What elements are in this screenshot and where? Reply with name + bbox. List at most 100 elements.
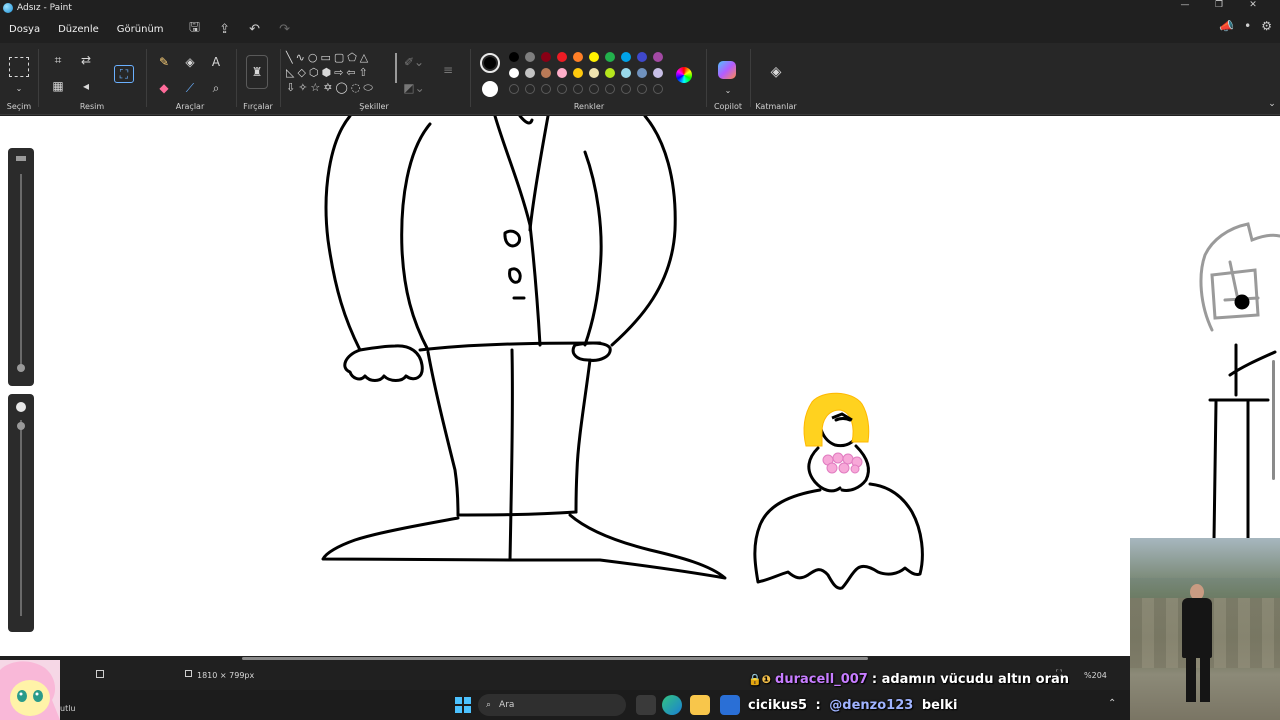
crop-icon[interactable]: ⌗: [48, 51, 68, 69]
color-swatch[interactable]: [525, 52, 535, 62]
color-swatch[interactable]: [557, 68, 567, 78]
select-rect-icon[interactable]: [9, 57, 29, 77]
start-icon[interactable]: [455, 697, 471, 713]
close-button[interactable]: ✕: [1236, 0, 1270, 10]
custom-color-slot[interactable]: [653, 84, 663, 94]
custom-color-slot[interactable]: [589, 84, 599, 94]
zoom-level[interactable]: %204: [1084, 671, 1107, 680]
outline-icon[interactable]: ✐⌄: [404, 53, 424, 71]
opacity-slider[interactable]: [8, 394, 34, 632]
line-size-icon[interactable]: ≡: [438, 61, 458, 79]
custom-color-slot[interactable]: [621, 84, 631, 94]
selection-label: Seçim: [6, 102, 32, 111]
custom-color-slot[interactable]: [637, 84, 647, 94]
menu-bar: Dosya Düzenle Görünüm 🖫 ⇪ ↶ ↷ 📣 • ⚙: [0, 15, 1280, 43]
image-generator-icon[interactable]: ⛶: [114, 65, 134, 83]
pencil-icon[interactable]: ✎: [154, 53, 174, 71]
custom-color-slot[interactable]: [573, 84, 583, 94]
flip-icon[interactable]: ◂: [76, 77, 96, 95]
search-icon: ⌕: [486, 700, 492, 710]
tray-chevron-icon[interactable]: ⌃: [1108, 698, 1116, 709]
color-swatch[interactable]: [653, 52, 663, 62]
shape-fill-icon[interactable]: ◩⌄: [403, 79, 424, 97]
menu-edit[interactable]: Düzenle: [49, 24, 108, 35]
task-view-icon[interactable]: [636, 695, 656, 715]
edge-icon[interactable]: [662, 695, 682, 715]
save-icon[interactable]: 🖫: [183, 18, 207, 40]
color-swatch[interactable]: [637, 68, 647, 78]
color-swatch[interactable]: [621, 52, 631, 62]
redo-icon[interactable]: ↷: [273, 18, 297, 40]
color-swatch[interactable]: [557, 52, 567, 62]
magnifier-icon[interactable]: ⌕: [206, 79, 226, 97]
color-swatch[interactable]: [589, 52, 599, 62]
custom-color-slot[interactable]: [541, 84, 551, 94]
color-swatch[interactable]: [525, 68, 535, 78]
color-swatch[interactable]: [621, 68, 631, 78]
undo-icon[interactable]: ↶: [243, 18, 267, 40]
store-icon[interactable]: [720, 695, 740, 715]
chat-mention: @denzo123: [829, 698, 914, 713]
color-swatch[interactable]: [637, 52, 647, 62]
color-swatch[interactable]: [589, 68, 599, 78]
custom-color-slot[interactable]: [557, 84, 567, 94]
colors-group: Renkler: [472, 47, 706, 113]
fill-icon[interactable]: ◈: [180, 53, 200, 71]
brushes-label: Fırçalar: [243, 102, 273, 111]
menu-file[interactable]: Dosya: [0, 24, 49, 35]
collapse-ribbon-icon[interactable]: ⌄: [1262, 95, 1280, 113]
vertical-scrollbar[interactable]: [1272, 120, 1276, 480]
share-icon[interactable]: ⇪: [213, 18, 237, 40]
chat-username: cicikus5: [748, 698, 808, 713]
edit-colors-icon[interactable]: [676, 67, 692, 83]
account-icon[interactable]: •: [1244, 19, 1251, 33]
selection-size-icon: [96, 670, 104, 678]
canvas-size: 1810 × 799px: [197, 671, 255, 680]
color-swatch[interactable]: [573, 52, 583, 62]
color-swatch[interactable]: [653, 68, 663, 78]
menu-view[interactable]: Görünüm: [108, 24, 173, 35]
restore-button[interactable]: ❐: [1202, 0, 1236, 10]
color-swatch[interactable]: [509, 52, 519, 62]
paint-app-icon: [3, 2, 13, 13]
color-swatch[interactable]: [605, 52, 615, 62]
image-label: Resim: [79, 102, 105, 111]
rotate-icon[interactable]: ▦: [48, 77, 68, 95]
drawing-canvas[interactable]: [0, 116, 1280, 656]
taskbar-search[interactable]: ⌕ Ara: [478, 694, 626, 716]
color-swatch[interactable]: [509, 68, 519, 78]
custom-color-slot[interactable]: [525, 84, 535, 94]
title-bar: Adsız - Paint — ❐ ✕: [0, 0, 1280, 15]
resize-icon[interactable]: ⇄: [76, 51, 96, 69]
window-title: Adsız - Paint: [17, 2, 72, 13]
color-swatch[interactable]: [605, 68, 615, 78]
settings-icon[interactable]: ⚙: [1261, 19, 1272, 33]
eraser-icon[interactable]: ◆: [154, 79, 174, 97]
custom-color-slot[interactable]: [605, 84, 615, 94]
primary-color-swatch[interactable]: [480, 53, 500, 73]
file-explorer-icon[interactable]: [690, 695, 710, 715]
brush-size-slider[interactable]: [8, 148, 34, 386]
color-swatch[interactable]: [541, 52, 551, 62]
taskbar: utlu ⌕ Ara ⌃: [0, 690, 1280, 720]
layers-icon[interactable]: ◈: [766, 63, 786, 81]
opacity-slider-thumb[interactable]: [17, 422, 25, 430]
size-slider-thumb[interactable]: [17, 364, 25, 372]
text-icon[interactable]: A: [206, 53, 226, 71]
tools-label: Araçlar: [175, 102, 205, 111]
chevron-down-icon[interactable]: ⌄: [9, 79, 29, 97]
copilot-icon[interactable]: [718, 61, 736, 79]
copilot-chevron-icon[interactable]: ⌄: [718, 81, 738, 99]
secondary-color-swatch[interactable]: [482, 81, 498, 97]
shapes-gallery[interactable]: ╲∿○▭▢⬠△ ◺◇⬡⬢⇨⇦⇧ ⇩✧☆✡◯◌⬭: [286, 50, 396, 96]
custom-color-slot[interactable]: [509, 84, 519, 94]
tools-group: ✎ ◈ A ◆ ⟋ ⌕ Araçlar: [148, 47, 232, 113]
brush-icon[interactable]: ♜: [246, 55, 268, 89]
color-swatch[interactable]: [573, 68, 583, 78]
shapes-scrollbar[interactable]: [395, 53, 397, 83]
shapes-label: Şekiller: [359, 102, 389, 111]
color-swatch[interactable]: [541, 68, 551, 78]
color-picker-icon[interactable]: ⟋: [180, 79, 200, 97]
minimize-button[interactable]: —: [1168, 0, 1202, 10]
feedback-icon[interactable]: 📣: [1219, 19, 1234, 33]
